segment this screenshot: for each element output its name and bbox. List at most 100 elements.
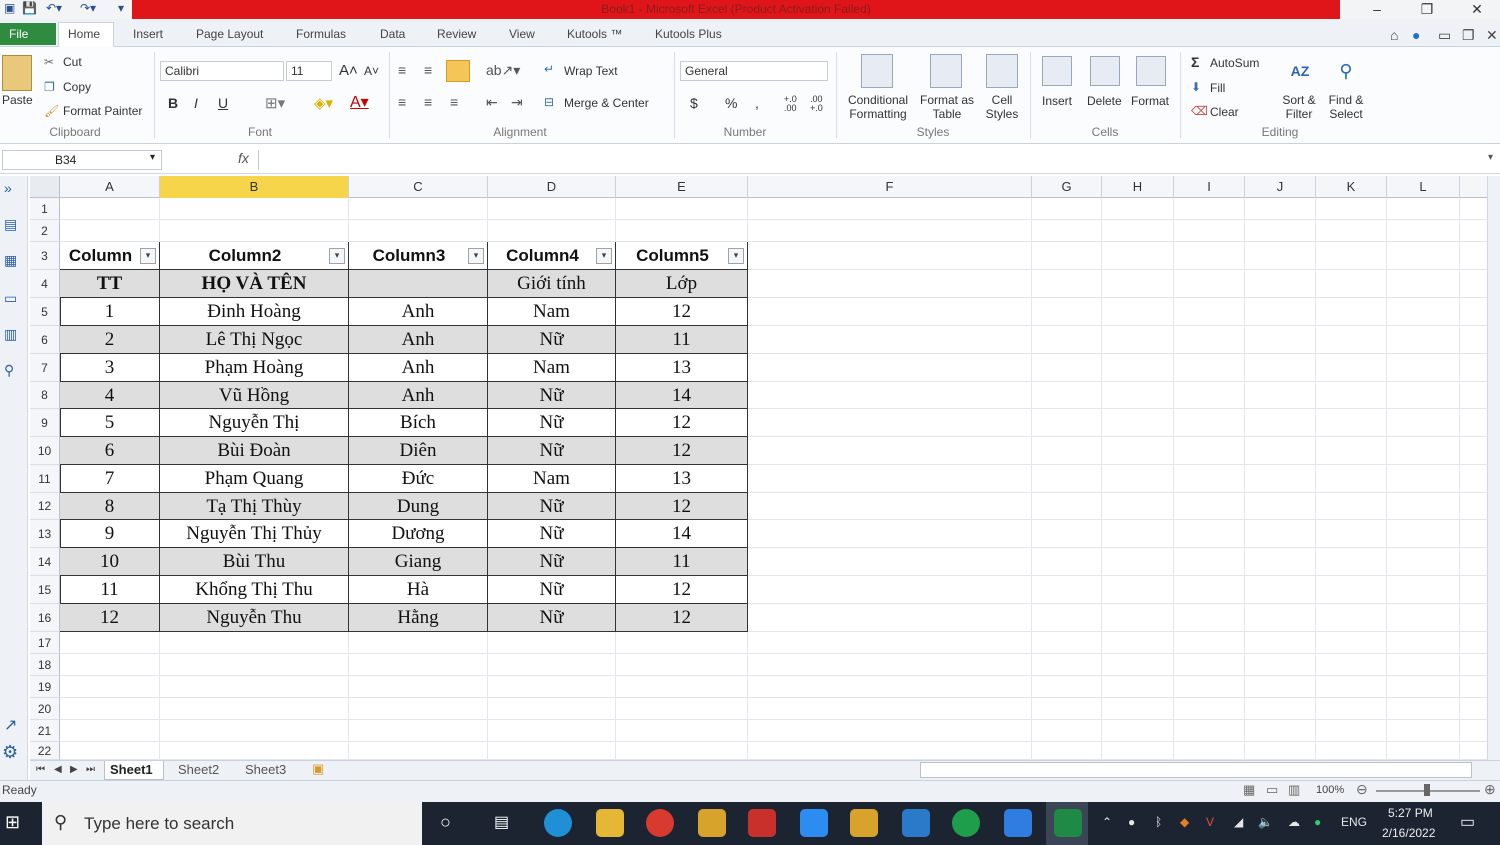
table-cell[interactable]: 12 <box>616 437 748 465</box>
tab-kutools[interactable]: Kutools ™ <box>567 27 622 41</box>
table-header-cell[interactable]: Column3 ▾ <box>349 242 488 270</box>
expand-pane-icon[interactable]: » <box>4 180 12 196</box>
row-header-10[interactable]: 10 <box>30 437 60 465</box>
format-cells-button[interactable]: Format <box>1131 94 1169 108</box>
file-explorer-icon[interactable] <box>596 809 624 837</box>
column-header-E[interactable]: E <box>616 176 748 198</box>
fill-button[interactable]: Fill <box>1210 81 1225 95</box>
cell-styles-icon[interactable] <box>986 54 1018 88</box>
table-cell[interactable]: Nguyễn Thị <box>160 409 349 437</box>
select-all-corner[interactable] <box>30 176 60 198</box>
expand-formula-icon[interactable]: ▾ <box>1488 152 1493 163</box>
row-header-4[interactable]: 4 <box>30 270 60 298</box>
table-cell[interactable]: 4 <box>60 382 160 409</box>
table-cell[interactable]: Nữ <box>488 548 616 576</box>
table-cell[interactable]: 11 <box>60 576 160 604</box>
table-header-cell[interactable]: Column ▾ <box>60 242 160 270</box>
sort-filter-button[interactable]: Sort & Filter <box>1278 93 1320 121</box>
redo-icon[interactable]: ↷▾ <box>80 1 96 15</box>
font-size-select[interactable]: 11 <box>286 61 332 81</box>
table-cell[interactable]: Dương <box>349 520 488 548</box>
copy-icon[interactable]: ❐ <box>44 80 55 94</box>
settings-gear-icon[interactable]: ⚙ <box>2 742 18 763</box>
table-cell[interactable]: Anh <box>349 298 488 326</box>
clock-date[interactable]: 2/16/2022 <box>1382 826 1435 840</box>
table-cell[interactable]: 3 <box>60 354 160 382</box>
table-header-cell[interactable]: Column4 ▾ <box>488 242 616 270</box>
table-cell[interactable]: Anh <box>349 354 488 382</box>
table-cell[interactable]: Bùi Đoàn <box>160 437 349 465</box>
increase-indent-icon[interactable]: ⇥ <box>511 94 523 111</box>
row-header-22[interactable]: 22 <box>30 742 60 760</box>
table-cell[interactable]: Vũ Hồng <box>160 382 349 409</box>
underline-button[interactable]: U <box>218 95 228 111</box>
sheet-tab-3[interactable]: Sheet3 <box>245 762 286 777</box>
bold-button[interactable]: B <box>168 95 178 111</box>
row-header-20[interactable]: 20 <box>30 698 60 720</box>
filter-dropdown-icon[interactable]: ▾ <box>329 248 345 264</box>
table-cell[interactable]: Bùi Thu <box>160 548 349 576</box>
tab-kutools-plus[interactable]: Kutools Plus <box>655 27 722 41</box>
table-cell[interactable]: Đức <box>349 465 488 493</box>
row-header-7[interactable]: 7 <box>30 354 60 382</box>
filter-dropdown-icon[interactable]: ▾ <box>596 248 612 264</box>
column-list-icon[interactable]: ▥ <box>4 326 17 343</box>
table-cell[interactable]: 12 <box>616 493 748 520</box>
row-header-17[interactable]: 17 <box>30 632 60 654</box>
table-cell[interactable]: Nữ <box>488 409 616 437</box>
name-box-dropdown-icon[interactable]: ▾ <box>150 152 155 163</box>
column-header-C[interactable]: C <box>349 176 488 198</box>
cut-icon[interactable]: ✂ <box>44 55 54 69</box>
align-right-icon[interactable]: ≡ <box>450 94 458 110</box>
v-app-icon[interactable]: V <box>1206 815 1214 829</box>
notifications-icon[interactable]: ▭ <box>1460 812 1475 832</box>
table-header-cell[interactable]: Column2 ▾ <box>160 242 349 270</box>
shield-icon[interactable]: ◆ <box>1180 815 1189 829</box>
undo-icon[interactable]: ↶▾ <box>46 1 62 15</box>
taskbar-search-box[interactable]: Type here to search <box>42 802 422 845</box>
paste-button[interactable]: Paste <box>2 93 33 107</box>
table-label-cell[interactable]: Lớp <box>616 270 748 298</box>
borders-icon[interactable]: ⊞▾ <box>265 94 285 112</box>
decrease-decimal-button[interactable]: .00 +.0 <box>810 95 832 113</box>
row-header-1[interactable]: 1 <box>30 198 60 220</box>
delete-cells-icon[interactable] <box>1090 56 1120 86</box>
customize-qat-icon[interactable]: ▾ <box>118 1 124 15</box>
format-as-table-icon[interactable] <box>930 54 962 88</box>
table-cell[interactable]: 12 <box>616 604 748 632</box>
fill-color-icon[interactable]: ◈▾ <box>314 94 333 112</box>
sheet-nav-prev-icon[interactable]: ◀ <box>54 764 62 775</box>
format-painter-button[interactable]: Format Painter <box>63 104 142 118</box>
table-cell[interactable]: Đinh Hoàng <box>160 298 349 326</box>
autotext-pane-icon[interactable]: ▦ <box>4 252 17 269</box>
insert-cells-button[interactable]: Insert <box>1042 94 1072 108</box>
network-icon[interactable]: ● <box>1314 815 1321 829</box>
table-cell[interactable]: Nữ <box>488 326 616 354</box>
row-header-2[interactable]: 2 <box>30 220 60 242</box>
table-cell[interactable]: 12 <box>60 604 160 632</box>
table-cell[interactable]: Khổng Thị Thu <box>160 576 349 604</box>
comma-button[interactable]: , <box>755 95 759 111</box>
cell-styles-button[interactable]: Cell Styles <box>980 93 1024 121</box>
table-cell[interactable]: 8 <box>60 493 160 520</box>
align-middle-icon[interactable]: ≡ <box>424 62 432 78</box>
clock-time[interactable]: 5:27 PM <box>1388 806 1433 820</box>
row-header-21[interactable]: 21 <box>30 720 60 742</box>
delete-cells-button[interactable]: Delete <box>1087 94 1122 108</box>
ribbon-minimize-icon[interactable]: ⌂ <box>1390 27 1398 43</box>
table-cell[interactable]: Lê Thị Ngọc <box>160 326 349 354</box>
table-cell[interactable]: Phạm Quang <box>160 465 349 493</box>
fill-icon[interactable]: ⬇ <box>1191 80 1201 94</box>
horizontal-scrollbar[interactable] <box>920 762 1472 778</box>
language-indicator[interactable]: ENG <box>1341 815 1367 829</box>
tab-data[interactable]: Data <box>380 27 405 41</box>
page-break-view-icon[interactable]: ▥ <box>1288 782 1300 798</box>
table-label-cell[interactable]: Giới tính <box>488 270 616 298</box>
zoom-slider-thumb[interactable] <box>1424 784 1430 796</box>
insert-function-icon[interactable]: fx <box>238 150 249 166</box>
zoom-in-icon[interactable]: ⊕ <box>1484 781 1496 798</box>
sheet-nav-first-icon[interactable]: ⏮ <box>36 764 45 775</box>
table-cell[interactable]: Diên <box>349 437 488 465</box>
table-cell[interactable]: Bích <box>349 409 488 437</box>
tool-icon[interactable] <box>698 809 726 837</box>
